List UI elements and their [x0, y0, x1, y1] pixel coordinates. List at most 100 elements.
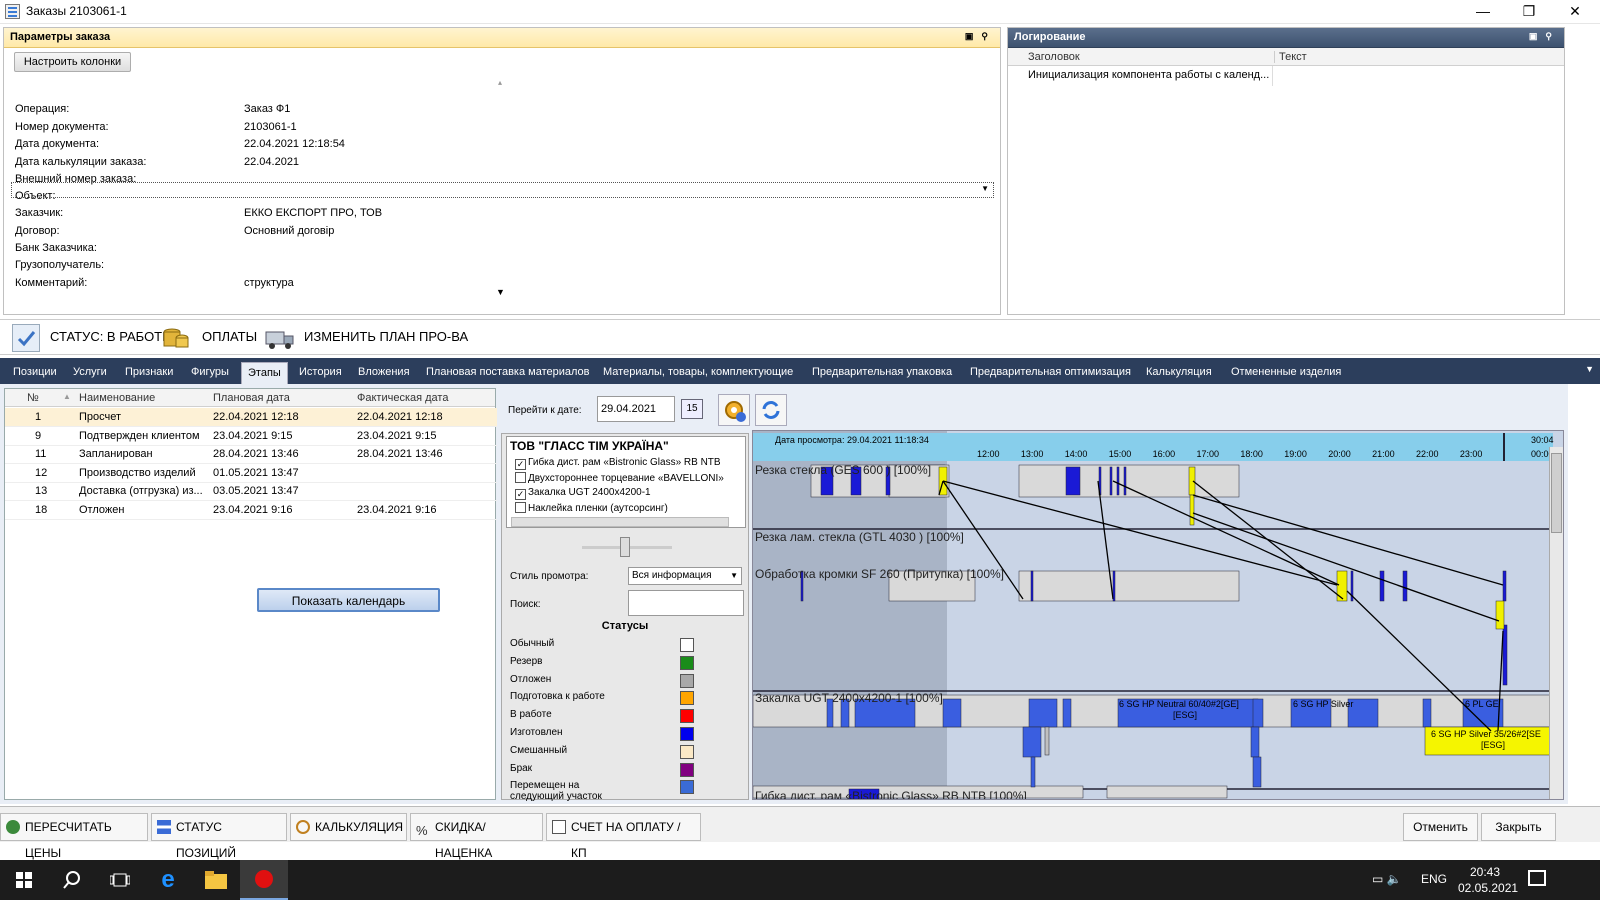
prop-value[interactable]: 2103061-1: [244, 121, 297, 133]
gantt-bar[interactable]: [1379, 570, 1385, 602]
tab-item[interactable]: История: [293, 362, 348, 384]
tab-item[interactable]: Предварительная упаковка: [806, 362, 958, 384]
start-icon[interactable]: [0, 860, 48, 900]
tab-item[interactable]: Признаки: [119, 362, 179, 384]
close-button[interactable]: Закрыть: [1481, 813, 1556, 841]
checkbox[interactable]: [515, 472, 526, 483]
panel-dock-icons[interactable]: ▣⚲: [1529, 31, 1560, 42]
col-fact-date[interactable]: Фактическая дата: [357, 392, 448, 404]
panel-dock-icons[interactable]: ▣⚲: [965, 31, 996, 42]
tab-item[interactable]: Фигуры: [185, 362, 235, 384]
recalc-prices-button[interactable]: ПЕРЕСЧИТАТЬ ЦЕНЫ: [0, 813, 148, 860]
payments-button[interactable]: ОПЛАТЫ: [202, 329, 257, 344]
tab-item[interactable]: Предварительная оптимизация: [964, 362, 1137, 384]
tab-item[interactable]: Плановая поставка материалов: [420, 362, 596, 384]
status-label[interactable]: СТАТУС: В РАБОТЕ: [50, 329, 171, 344]
tab-overflow-icon[interactable]: ▼: [1585, 364, 1594, 374]
gantt-bar[interactable]: [1336, 570, 1348, 602]
resource-item[interactable]: ✓ Гибка дист. рам «Bistronic Glass» RB NT…: [515, 457, 729, 470]
positions-status-button[interactable]: СТАТУС ПОЗИЦИЙ: [151, 813, 287, 860]
resource-item[interactable]: Двухстороннее торцевание «BAVELLONI»: [515, 472, 729, 484]
gantt-bar[interactable]: [1422, 698, 1432, 728]
table-row[interactable]: 9 Подтвержден клиентом 23.04.2021 9:15 23.0…: [5, 427, 497, 446]
gantt-bar[interactable]: [1252, 698, 1264, 728]
tab-item[interactable]: Позиции: [7, 362, 63, 384]
log-row[interactable]: Инициализация компонента работы с календ…: [1028, 69, 1269, 81]
notification-icon[interactable]: [1528, 870, 1546, 886]
horizontal-scrollbar[interactable]: [511, 517, 729, 527]
gantt-bar[interactable]: [1022, 726, 1042, 758]
chevron-down-icon[interactable]: ▼: [730, 571, 738, 580]
col-number[interactable]: №: [27, 392, 39, 404]
checkbox[interactable]: ✓: [515, 489, 526, 500]
vertical-scrollbar[interactable]: [1549, 447, 1563, 799]
resource-item[interactable]: Наклейка пленки (аутсорсинг): [515, 502, 729, 514]
truck-icon[interactable]: [264, 326, 296, 350]
invoice-button[interactable]: СЧЕТ НА ОПЛАТУ / КП: [546, 813, 701, 860]
settings-icon[interactable]: [718, 394, 750, 426]
maximize-button[interactable]: ❐: [1506, 0, 1552, 24]
table-row[interactable]: 12 Производство изделий 01.05.2021 13:47: [5, 464, 497, 483]
edge-icon[interactable]: e: [144, 860, 192, 900]
slot-bar[interactable]: [1106, 785, 1228, 799]
checkbox[interactable]: ✓: [515, 459, 526, 470]
col-plan-date[interactable]: Плановая дата: [213, 392, 290, 404]
table-row[interactable]: 18 Отложен 23.04.2021 9:16 23.04.2021 9:16: [5, 501, 497, 520]
gantt-bar[interactable]: [1189, 494, 1195, 526]
configure-columns-button[interactable]: Настроить колонки: [14, 52, 131, 72]
zoom-slider[interactable]: [582, 537, 672, 557]
folder-icon[interactable]: [192, 860, 240, 900]
check-icon[interactable]: [12, 324, 40, 352]
gantt-bar[interactable]: [1502, 624, 1508, 686]
prop-value[interactable]: 22.04.2021 12:18:54: [244, 138, 345, 150]
gantt-bar[interactable]: [1030, 570, 1034, 602]
prop-value[interactable]: Заказ Ф1: [244, 103, 290, 115]
prop-value[interactable]: Основний договір: [244, 225, 334, 237]
scroll-down-icon[interactable]: ▼: [496, 287, 505, 297]
view-style-select[interactable]: Вся информация ▼: [628, 567, 742, 585]
cancel-button[interactable]: Отменить: [1403, 813, 1478, 841]
slot-bar[interactable]: [1018, 464, 1240, 498]
tab-item[interactable]: Этапы: [241, 362, 288, 384]
gantt-canvas[interactable]: 6 SG HP Neutral 60/40#2[GE][ESG]6 SG HP …: [753, 431, 1564, 800]
discount-button[interactable]: % СКИДКА/НАЦЕНКА: [410, 813, 543, 860]
table-row[interactable]: 1 Просчет 22.04.2021 12:18 22.04.2021 12:18: [5, 408, 497, 427]
resource-item[interactable]: ✓ Закалка UGT 2400x4200-1: [515, 487, 729, 500]
log-col-text[interactable]: Текст: [1274, 51, 1307, 63]
close-window-button[interactable]: ✕: [1552, 0, 1598, 24]
gantt-bar[interactable]: [1402, 570, 1408, 602]
object-field[interactable]: ▼: [11, 182, 994, 198]
gantt-bar[interactable]: [1028, 698, 1058, 728]
tab-item[interactable]: Материалы, товары, комплектующие: [597, 362, 799, 384]
gantt-bar[interactable]: [1252, 756, 1262, 788]
prop-value[interactable]: структура: [244, 277, 294, 289]
tab-item[interactable]: Калькуляция: [1140, 362, 1218, 384]
col-name[interactable]: Наименование: [79, 392, 155, 404]
sort-icon[interactable]: ▲: [63, 392, 71, 401]
gantt-bar[interactable]: [1495, 600, 1505, 630]
show-calendar-button[interactable]: Показать календарь: [257, 588, 440, 612]
tab-item[interactable]: Вложения: [352, 362, 416, 384]
table-row[interactable]: 11 Запланирован 28.04.2021 13:46 28.04.2021…: [5, 445, 497, 465]
chevron-down-icon[interactable]: ▼: [981, 184, 989, 193]
gantt-bar[interactable]: [1030, 756, 1036, 788]
clock-time[interactable]: 20:43: [1470, 865, 1500, 879]
gantt-bar[interactable]: [942, 698, 962, 728]
prop-value[interactable]: ЕККО ЕКСПОРТ ПРО, ТОВ: [244, 207, 382, 219]
gantt-bar[interactable]: [1250, 726, 1260, 758]
coins-icon[interactable]: [163, 326, 189, 350]
tab-item[interactable]: Услуги: [67, 362, 113, 384]
gantt-bar[interactable]: [1502, 570, 1507, 602]
gantt-bar[interactable]: [1188, 466, 1196, 496]
calendar-icon[interactable]: 15: [681, 399, 703, 419]
gantt-bar[interactable]: [1062, 698, 1072, 728]
change-plan-button[interactable]: ИЗМЕНИТЬ ПЛАН ПРО-ВА: [304, 329, 468, 344]
refresh-icon[interactable]: [755, 394, 787, 426]
tab-item[interactable]: Отмененные изделия: [1225, 362, 1347, 384]
tray-icons[interactable]: ▭ 🔈: [1372, 872, 1402, 886]
prop-value[interactable]: 22.04.2021: [244, 156, 299, 168]
scroll-up-icon[interactable]: ▴: [498, 78, 502, 87]
log-col-title[interactable]: Заголовок: [1028, 51, 1080, 63]
app-taskbar-icon[interactable]: [240, 860, 288, 900]
slot-bar[interactable]: [1018, 570, 1240, 602]
